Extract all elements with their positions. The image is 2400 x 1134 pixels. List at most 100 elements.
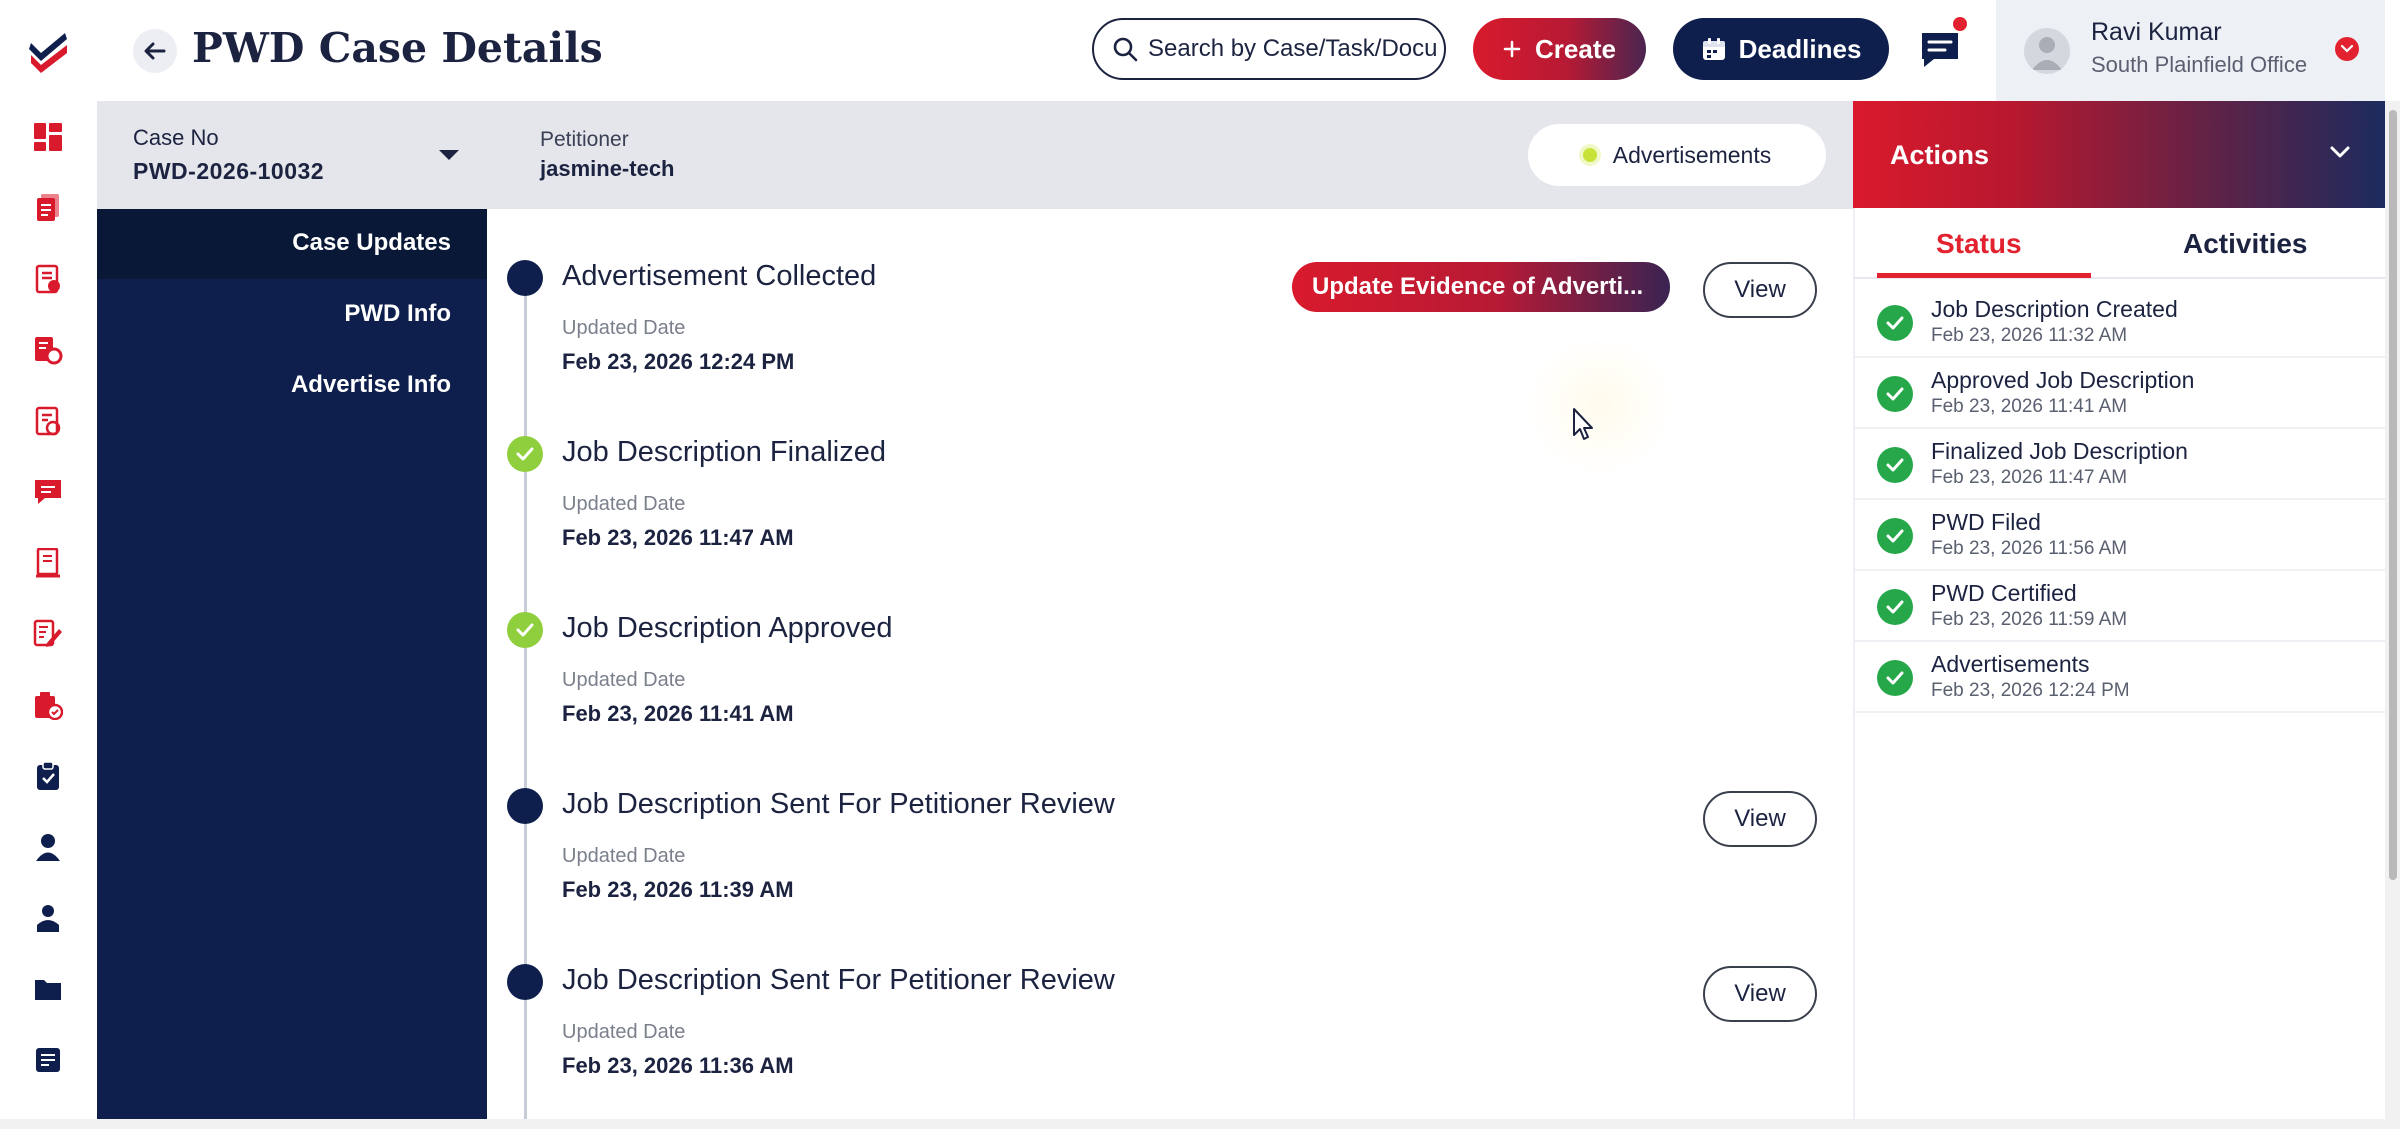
page-title: PWD Case Details	[192, 24, 603, 72]
rail-case-list[interactable]	[26, 257, 70, 301]
status-name: Approved Job Description	[1931, 367, 2195, 393]
case-settings-icon	[35, 337, 63, 365]
verified-folder-icon	[35, 692, 63, 720]
status-name: Job Description Created	[1931, 296, 2178, 322]
tab-activities[interactable]: Activities	[2183, 228, 2308, 260]
rail-clipboard[interactable]	[26, 754, 70, 798]
status-name: Advertisements	[1931, 651, 2090, 677]
rail-folders[interactable]	[26, 967, 70, 1011]
status-item: Job Description Created Feb 23, 2026 11:…	[1853, 287, 2385, 358]
rail-case-settings[interactable]	[26, 328, 70, 372]
view-button[interactable]: View	[1703, 791, 1817, 847]
documents-icon	[37, 194, 59, 221]
timeline-entry: Job Description Sent For Petitioner Revi…	[507, 964, 1817, 1134]
create-button[interactable]: Create	[1473, 18, 1646, 80]
case-list-icon	[35, 264, 60, 294]
timeline-date: Feb 23, 2026 12:24 PM	[562, 349, 795, 374]
tab-status[interactable]: Status	[1936, 228, 2022, 260]
back-button[interactable]	[133, 29, 177, 73]
user-office: South Plainfield Office	[2091, 52, 2308, 77]
rail-approved-docs[interactable]	[26, 399, 70, 443]
stage-pill: Advertisements	[1528, 124, 1826, 186]
subnav-pwd-info[interactable]: PWD Info	[97, 300, 451, 328]
rail-documents[interactable]	[26, 186, 70, 230]
arrow-left-icon	[144, 42, 166, 60]
check-icon	[516, 623, 534, 637]
rail-notes[interactable]	[26, 1038, 70, 1082]
timeline-node-done	[507, 612, 543, 648]
search-icon	[1113, 37, 1138, 62]
timeline-node-pending	[507, 964, 543, 1000]
status-item: Finalized Job Description Feb 23, 2026 1…	[1853, 429, 2385, 500]
check-circle-icon	[1877, 518, 1913, 554]
rail-ledger[interactable]	[26, 541, 70, 585]
timeline-date-label: Updated Date	[562, 1021, 686, 1043]
actions-title: Actions	[1890, 140, 1990, 170]
user-icon	[36, 834, 60, 861]
rail-user[interactable]	[26, 825, 70, 869]
timeline-date-label: Updated Date	[562, 493, 686, 515]
timeline-title: Job Description Approved	[562, 612, 893, 644]
status-item: Advertisements Feb 23, 2026 12:24 PM	[1853, 642, 2385, 713]
global-search[interactable]	[1092, 18, 1446, 80]
view-button[interactable]: View	[1703, 966, 1817, 1022]
user-name: Ravi Kumar	[2091, 18, 2222, 46]
user-silhouette-icon	[2032, 37, 2062, 70]
view-button[interactable]: View	[1703, 262, 1817, 318]
timeline-node-done	[507, 436, 543, 472]
case-no-label: Case No	[133, 125, 219, 150]
timeline-title: Advertisement Collected	[562, 260, 877, 292]
avatar[interactable]	[2024, 28, 2070, 74]
approved-doc-icon	[35, 406, 61, 436]
subnav-case-updates[interactable]: Case Updates	[97, 229, 451, 257]
logo-check-icon	[28, 32, 67, 73]
check-icon	[516, 447, 534, 461]
timeline-date-label: Updated Date	[562, 317, 686, 339]
clipboard-icon	[37, 761, 59, 790]
cursor-highlight	[1520, 340, 1680, 470]
search-input[interactable]	[1148, 35, 1438, 63]
petitioner-label: Petitioner	[540, 128, 629, 151]
status-time: Feb 23, 2026 11:59 AM	[1931, 609, 2128, 630]
rail-messages[interactable]	[26, 470, 70, 514]
active-tab-indicator	[1877, 273, 2091, 278]
case-no-select[interactable]: PWD-2026-10032	[133, 158, 324, 185]
messages-icon	[35, 480, 61, 504]
chat-button[interactable]	[1912, 25, 1968, 75]
create-button-label: Create	[1535, 33, 1616, 64]
timeline-date: Feb 23, 2026 11:47 AM	[562, 525, 794, 550]
folder-icon	[35, 980, 61, 1000]
status-name: Finalized Job Description	[1931, 438, 2188, 464]
rail-dashboard[interactable]	[26, 115, 70, 159]
rail-verified-folder[interactable]	[26, 683, 70, 727]
check-circle-icon	[1877, 589, 1913, 625]
status-time: Feb 23, 2026 11:47 AM	[1931, 467, 2128, 488]
user-menu-toggle[interactable]	[2335, 37, 2359, 61]
timeline-date: Feb 23, 2026 11:41 AM	[562, 701, 794, 726]
timeline-node-pending	[507, 788, 543, 824]
timeline-date: Feb 23, 2026 11:39 AM	[562, 877, 794, 902]
check-circle-icon	[1877, 305, 1913, 341]
stage-pill-label: Advertisements	[1612, 141, 1772, 168]
scrollbar-thumb[interactable]	[2389, 110, 2397, 880]
timeline-title: Job Description Finalized	[562, 436, 886, 468]
status-item: PWD Filed Feb 23, 2026 11:56 AM	[1853, 500, 2385, 571]
check-circle-icon	[1877, 660, 1913, 696]
app-logo[interactable]	[0, 0, 97, 101]
chevron-down-icon[interactable]	[2330, 145, 2350, 159]
deadlines-button[interactable]: Deadlines	[1673, 18, 1889, 80]
icon-rail	[0, 101, 97, 1119]
update-evidence-button[interactable]: Update Evidence of Adverti...	[1292, 262, 1670, 312]
plus-icon	[1503, 40, 1521, 58]
rail-contacts[interactable]	[26, 896, 70, 940]
rail-edit-docs[interactable]	[26, 612, 70, 656]
notification-badge	[1953, 17, 1967, 31]
status-time: Feb 23, 2026 11:41 AM	[1931, 396, 2128, 417]
status-time: Feb 23, 2026 11:56 AM	[1931, 538, 2128, 559]
ledger-icon	[36, 548, 60, 578]
dashboard-icon	[34, 123, 62, 151]
timeline-date-label: Updated Date	[562, 669, 686, 691]
subnav-advertise-info[interactable]: Advertise Info	[97, 371, 451, 399]
check-circle-icon	[1877, 376, 1913, 412]
caret-down-icon[interactable]	[437, 148, 461, 162]
